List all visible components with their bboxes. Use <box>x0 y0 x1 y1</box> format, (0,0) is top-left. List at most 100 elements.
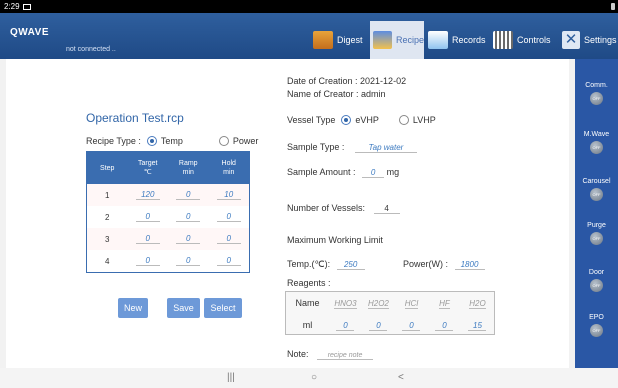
temp-radio[interactable] <box>146 136 157 146</box>
ramp-input[interactable]: 0 <box>176 190 201 200</box>
tab-digest[interactable]: Digest <box>313 21 367 59</box>
door-label: Door <box>588 269 605 276</box>
tab-records[interactable]: Records <box>428 21 488 59</box>
ramp-input[interactable]: 0 <box>176 234 201 244</box>
step-number: 4 <box>105 256 110 266</box>
save-button[interactable]: Save <box>167 298 200 318</box>
vessels-row: Number of Vessels: 4 <box>287 203 400 214</box>
step-number: 1 <box>105 190 110 200</box>
app-root: 2:29 QWAVE not connected .. Digest Recip… <box>0 0 618 388</box>
reagents-label: Reagents : <box>287 278 331 288</box>
tab-settings-label: Settings <box>584 35 617 45</box>
new-button[interactable]: New <box>118 298 148 318</box>
reagent-name: HCl <box>404 298 419 309</box>
lvhp-radio[interactable] <box>398 115 409 125</box>
top-bar: QWAVE not connected .. Digest Recipe Rec… <box>0 13 618 59</box>
tab-settings[interactable]: ✕ Settings <box>562 21 618 59</box>
door-led-icon: OFF <box>590 279 603 292</box>
recipe-icon <box>373 31 392 49</box>
reagent-names-row: Name HNO3 H2O2 HCl HF H2O <box>286 292 494 314</box>
hold-input[interactable]: 0 <box>216 212 241 222</box>
digest-icon <box>313 31 333 49</box>
temp-limit-input[interactable]: 250 <box>336 260 365 270</box>
tab-recipe[interactable]: Recipe <box>370 21 424 59</box>
name-of-creator: Name of Creator : admin <box>287 89 386 99</box>
comm-indicator: Comm. OFF <box>575 82 618 105</box>
num-vessels-select[interactable]: 4 <box>373 204 400 214</box>
reagent-name-label: Name <box>295 298 320 308</box>
status-bar: 2:29 <box>0 0 618 13</box>
max-limit-label: Maximum Working Limit <box>287 235 383 245</box>
reagent-ml-input[interactable]: 0 <box>369 321 388 331</box>
purge-label: Purge <box>587 222 606 229</box>
power-radio-label: Power <box>232 136 259 146</box>
battery-icon <box>611 3 615 10</box>
hold-input[interactable]: 0 <box>216 234 241 244</box>
tab-controls-label: Controls <box>517 35 551 45</box>
records-icon <box>428 31 448 49</box>
table-row: 2 0 0 0 <box>87 206 249 228</box>
table-row: 3 0 0 0 <box>87 228 249 250</box>
temp-radio-label: Temp <box>160 136 183 146</box>
reagent-ml-input[interactable]: 0 <box>336 321 355 331</box>
hold-input[interactable]: 0 <box>216 256 241 266</box>
num-vessels-label: Number of Vessels: <box>287 203 366 213</box>
connection-status: not connected .. <box>66 46 116 53</box>
temp-limit-label: Temp.(℃): <box>287 259 331 269</box>
recipe-type-label: Recipe Type : <box>86 136 141 146</box>
back-button[interactable]: < <box>398 372 404 383</box>
power-radio[interactable] <box>218 136 229 146</box>
purge-indicator: Purge OFF <box>575 222 618 245</box>
recipe-file-title: Operation Test.rcp <box>86 111 184 125</box>
sample-type-input[interactable]: Tap water <box>354 143 417 153</box>
tab-controls[interactable]: Controls <box>493 21 563 59</box>
table-row: 4 0 0 0 <box>87 250 249 272</box>
target-input[interactable]: 0 <box>135 256 160 266</box>
epo-indicator: EPO OFF <box>575 314 618 337</box>
reagent-ml-input[interactable]: 0 <box>435 321 454 331</box>
android-nav-bar: ||| ○ < <box>0 368 618 388</box>
reagents-table: Name HNO3 H2O2 HCl HF H2O ml 0 0 0 0 15 <box>285 291 495 335</box>
reagent-name: H2O2 <box>367 298 389 309</box>
date-of-creation: Date of Creation : 2021-12-02 <box>287 76 407 86</box>
note-row: Note: recipe note <box>287 349 374 360</box>
evhp-radio[interactable] <box>341 115 352 125</box>
vessel-type-label: Vessel Type <box>287 115 336 125</box>
settings-icon: ✕ <box>562 31 580 49</box>
step-number: 3 <box>105 234 110 244</box>
comm-led-icon: OFF <box>590 92 603 105</box>
target-input[interactable]: 120 <box>135 190 160 200</box>
step-number: 2 <box>105 212 110 222</box>
note-input[interactable]: recipe note <box>317 352 374 360</box>
carousel-led-icon: OFF <box>590 188 603 201</box>
lvhp-radio-label: LVHP <box>412 115 436 125</box>
reagent-name: HF <box>439 298 450 309</box>
brand-logo: QWAVE <box>10 27 49 38</box>
power-limit-input[interactable]: 1800 <box>454 260 485 270</box>
tab-digest-label: Digest <box>337 35 363 45</box>
reagent-ml-input[interactable]: 15 <box>468 321 487 331</box>
select-button[interactable]: Select <box>204 298 242 318</box>
epo-label: EPO <box>589 314 604 321</box>
comm-label: Comm. <box>585 82 608 89</box>
sample-amount-input[interactable]: 0 <box>362 168 385 178</box>
sample-amount-unit: mg <box>386 167 400 177</box>
target-input[interactable]: 0 <box>135 212 160 222</box>
col-target: Target ℃ <box>138 160 158 176</box>
sample-type-label: Sample Type : <box>287 142 345 152</box>
recipe-type-row: Recipe Type : Temp Power <box>86 136 258 146</box>
reagent-name: HNO3 <box>334 298 357 309</box>
col-ramp: Ramp min <box>178 160 198 176</box>
recents-button[interactable]: ||| <box>227 372 235 383</box>
reagent-values-row: ml 0 0 0 0 15 <box>286 314 494 336</box>
ramp-input[interactable]: 0 <box>176 256 201 266</box>
sample-amount-label: Sample Amount : <box>287 167 356 177</box>
sample-amount-row: Sample Amount : 0 mg <box>287 167 399 178</box>
reagent-ml-input[interactable]: 0 <box>402 321 421 331</box>
hold-input[interactable]: 10 <box>216 190 241 200</box>
ramp-input[interactable]: 0 <box>176 212 201 222</box>
home-button[interactable]: ○ <box>311 372 317 383</box>
step-table: Step Target ℃ Ramp min Hold min 1 120 0 10 … <box>86 151 250 273</box>
target-input[interactable]: 0 <box>135 234 160 244</box>
note-label: Note: <box>287 349 309 359</box>
